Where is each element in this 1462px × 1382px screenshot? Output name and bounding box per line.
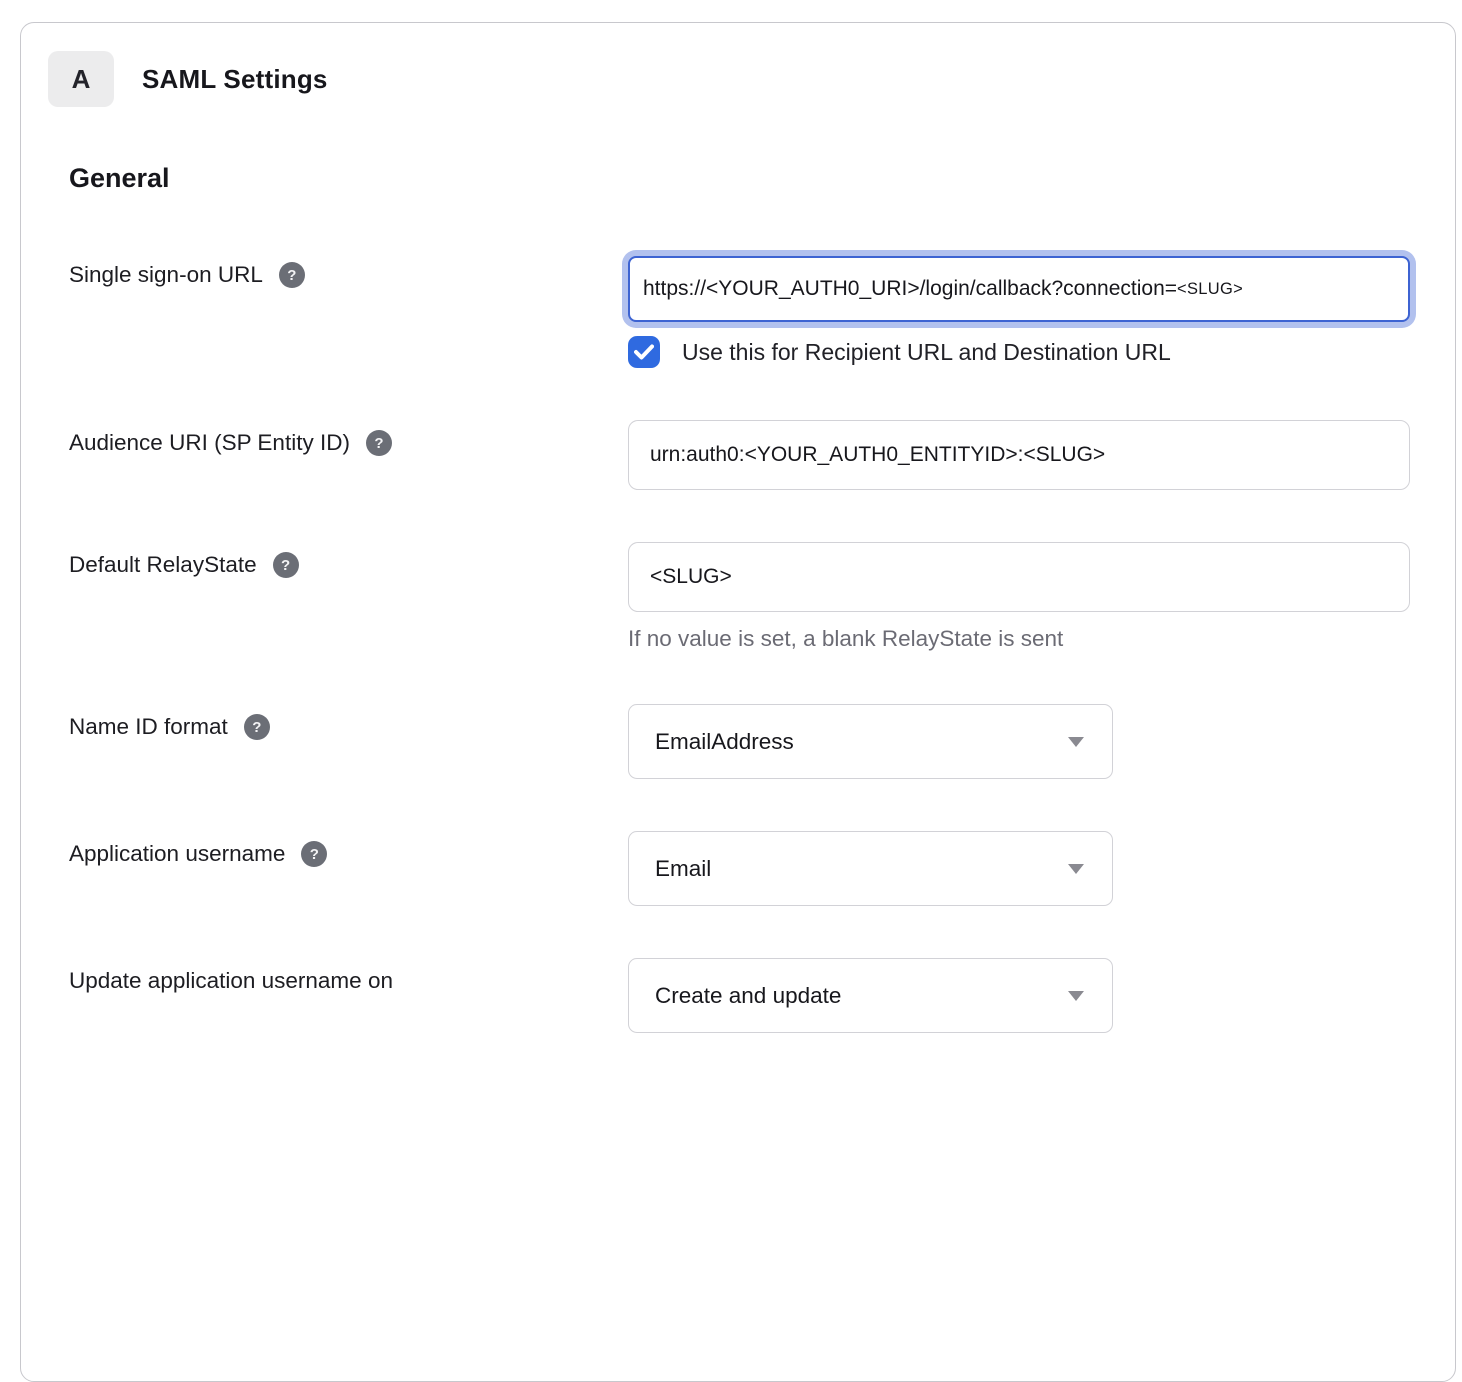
audience-uri-label-cell: Audience URI (SP Entity ID) ? [69,420,628,456]
help-icon[interactable]: ? [279,262,305,288]
recipient-url-checkbox-label: Use this for Recipient URL and Destinati… [682,339,1171,366]
recipient-url-checkbox-row: Use this for Recipient URL and Destinati… [628,336,1410,368]
audience-uri-label: Audience URI (SP Entity ID) [69,430,350,456]
name-id-format-label-cell: Name ID format ? [69,704,628,740]
application-username-control: Email [628,831,1113,906]
application-username-label-cell: Application username ? [69,831,628,867]
field-row-sso-url: Single sign-on URL ? https://<YOUR_AUTH0… [69,252,1455,368]
sso-url-value: https://<YOUR_AUTH0_URI>/login/callback?… [643,277,1177,301]
sso-url-value-slug: <SLUG> [1177,280,1243,299]
sso-url-input[interactable]: https://<YOUR_AUTH0_URI>/login/callback?… [628,256,1410,322]
help-glyph: ? [287,267,296,284]
default-relaystate-input[interactable]: <SLUG> [628,542,1410,612]
name-id-format-select[interactable]: EmailAddress [628,704,1113,779]
saml-settings-form: Single sign-on URL ? https://<YOUR_AUTH0… [21,252,1455,1033]
application-username-value: Email [655,856,711,882]
recipient-url-checkbox[interactable] [628,336,660,368]
application-username-select[interactable]: Email [628,831,1113,906]
checkmark-icon [634,344,654,360]
update-application-username-control: Create and update [628,958,1113,1033]
card-header: A SAML Settings [21,51,1455,107]
update-application-username-label: Update application username on [69,968,393,994]
saml-settings-card: A SAML Settings General Single sign-on U… [20,22,1456,1382]
name-id-format-label: Name ID format [69,714,228,740]
sso-url-control: https://<YOUR_AUTH0_URI>/login/callback?… [628,252,1410,368]
update-application-username-select[interactable]: Create and update [628,958,1113,1033]
default-relaystate-value: <SLUG> [650,565,732,589]
help-icon[interactable]: ? [366,430,392,456]
field-row-name-id-format: Name ID format ? EmailAddress [69,704,1455,779]
audience-uri-control: urn:auth0:<YOUR_AUTH0_ENTITYID>:<SLUG> [628,420,1410,490]
chevron-down-icon [1068,991,1084,1001]
default-relaystate-label-cell: Default RelayState ? [69,542,628,578]
help-glyph: ? [252,719,261,736]
field-row-application-username: Application username ? Email [69,831,1455,906]
section-heading-general: General [69,163,1455,194]
name-id-format-value: EmailAddress [655,729,794,755]
help-icon[interactable]: ? [301,841,327,867]
audience-uri-input[interactable]: urn:auth0:<YOUR_AUTH0_ENTITYID>:<SLUG> [628,420,1410,490]
audience-uri-value: urn:auth0:<YOUR_AUTH0_ENTITYID>:<SLUG> [650,443,1105,467]
chevron-down-icon [1068,864,1084,874]
field-row-default-relaystate: Default RelayState ? <SLUG> If no value … [69,542,1455,652]
update-application-username-label-cell: Update application username on [69,958,628,994]
update-application-username-value: Create and update [655,983,841,1009]
field-row-update-application-username: Update application username on Create an… [69,958,1455,1033]
help-glyph: ? [374,435,383,452]
application-username-label: Application username [69,841,285,867]
default-relaystate-control: <SLUG> If no value is set, a blank Relay… [628,542,1410,652]
default-relaystate-hint: If no value is set, a blank RelayState i… [628,626,1410,652]
name-id-format-control: EmailAddress [628,704,1113,779]
section-badge: A [48,51,114,107]
help-glyph: ? [310,846,319,863]
default-relaystate-label: Default RelayState [69,552,257,578]
chevron-down-icon [1068,737,1084,747]
field-row-audience-uri: Audience URI (SP Entity ID) ? urn:auth0:… [69,420,1455,490]
help-glyph: ? [281,557,290,574]
sso-url-label-cell: Single sign-on URL ? [69,252,628,288]
help-icon[interactable]: ? [273,552,299,578]
help-icon[interactable]: ? [244,714,270,740]
panel-title: SAML Settings [142,64,328,95]
sso-url-label: Single sign-on URL [69,262,263,288]
